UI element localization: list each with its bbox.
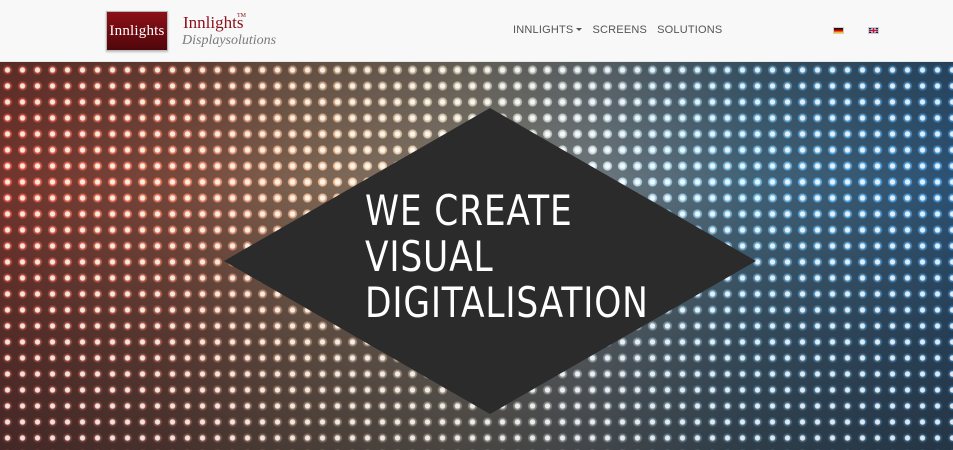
main-menu: INNLIGHTS SCREENS SOLUTIONS — [513, 24, 722, 36]
trademark-mark: TM — [237, 13, 246, 19]
hero-headline: WE CREATE VISUAL DIGITALISATION — [365, 186, 649, 327]
menu-item-label: INNLIGHTS — [513, 24, 574, 36]
menu-item-innlights[interactable]: INNLIGHTS — [513, 24, 583, 36]
brand-name[interactable]: Innlights — [183, 13, 243, 33]
hero-banner: WE CREATE VISUAL DIGITALISATION — [0, 62, 953, 450]
hero-headline-line-2: VISUAL — [365, 232, 494, 281]
brand-tagline: Displaysolutions — [182, 33, 277, 48]
chevron-down-icon — [576, 28, 583, 31]
hero-headline-line-1: WE CREATE — [365, 186, 573, 235]
menu-item-screens[interactable]: SCREENS — [592, 24, 647, 36]
menu-item-solutions[interactable]: SOLUTIONS — [657, 24, 722, 36]
uk-flag-icon[interactable] — [868, 27, 879, 34]
hero-headline-line-3: DIGITALISATION — [365, 278, 649, 327]
logo-text: Innlights — [109, 22, 165, 39]
german-flag-icon[interactable] — [833, 27, 844, 34]
logo[interactable]: Innlights — [106, 11, 168, 51]
top-navbar: Innlights Innlights TM Displaysolutions … — [0, 0, 953, 62]
